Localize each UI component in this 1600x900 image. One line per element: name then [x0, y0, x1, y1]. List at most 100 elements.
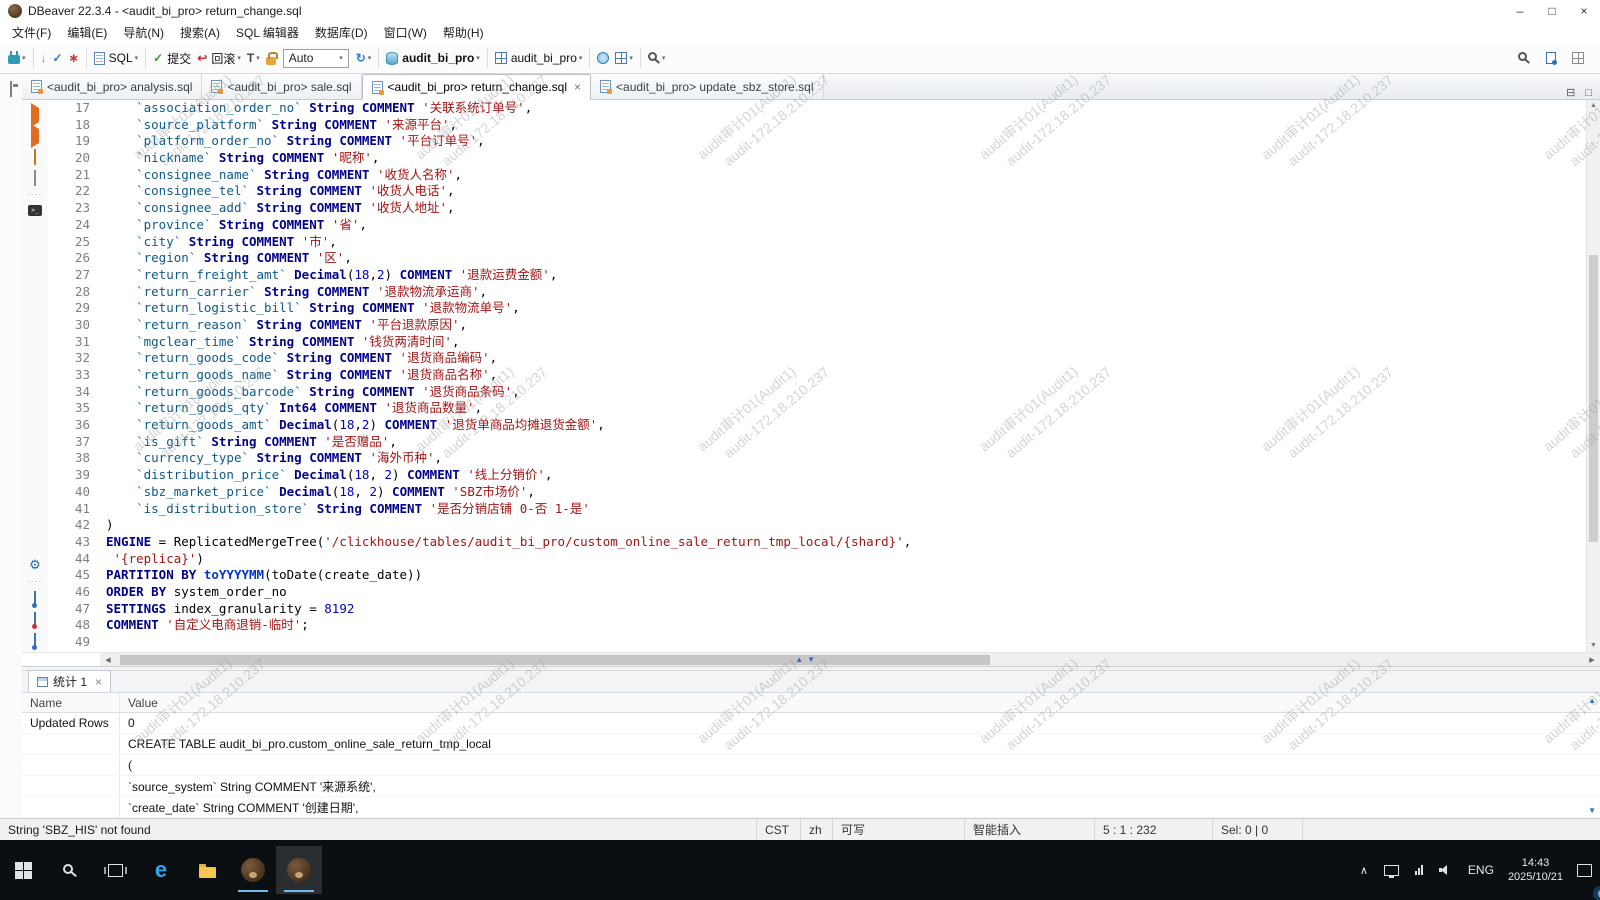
- scroll-up-icon[interactable]: ▲: [1587, 100, 1600, 112]
- menu-item[interactable]: 窗口(W): [376, 24, 435, 41]
- editor-tab[interactable]: <audit_bi_pro> return_change.sql×: [362, 74, 591, 100]
- display-tray-button[interactable]: [1376, 846, 1407, 894]
- history-icon: ↻: [356, 51, 366, 65]
- check-button[interactable]: ✓: [50, 46, 66, 70]
- code-line: `nickname` String COMMENT '昵称',: [106, 150, 1586, 167]
- toolbar-separator: [640, 48, 641, 68]
- table-row[interactable]: `source_system` String COMMENT '来源系统',: [22, 776, 1600, 797]
- stats-tab-label: 统计 1: [53, 673, 87, 690]
- sql-editor-button[interactable]: SQL▾: [91, 46, 142, 70]
- log-button[interactable]: [34, 592, 36, 606]
- editor-tab[interactable]: <audit_bi_pro> analysis.sql: [22, 74, 202, 99]
- taskbar-search-button[interactable]: [46, 846, 92, 894]
- commit-button[interactable]: ✓提交: [150, 46, 194, 70]
- table-row[interactable]: `create_date` String COMMENT '创建日期',: [22, 797, 1600, 818]
- scroll-left-icon[interactable]: ◀: [100, 656, 116, 664]
- minimize-editor-icon[interactable]: ⊟: [1566, 86, 1575, 99]
- database-selector[interactable]: audit_bi_pro▾: [383, 46, 483, 70]
- editor-settings-button[interactable]: ⚙: [29, 558, 41, 572]
- editor-tab[interactable]: <audit_bi_pro> sale.sql: [202, 74, 361, 99]
- menu-item[interactable]: 文件(F): [4, 24, 59, 41]
- quick-search-button[interactable]: [1515, 46, 1533, 70]
- stats-grid-icon: [37, 677, 48, 687]
- minimize-button[interactable]: –: [1504, 0, 1536, 22]
- language-indicator[interactable]: ENG: [1460, 846, 1502, 894]
- grid-view-button[interactable]: ▾: [612, 46, 636, 70]
- history-button[interactable]: ↻▾: [353, 46, 375, 70]
- start-button[interactable]: [0, 846, 46, 894]
- table-row[interactable]: CREATE TABLE audit_bi_pro.custom_online_…: [22, 734, 1600, 755]
- perspective-button[interactable]: [1569, 46, 1587, 70]
- restore-view-button[interactable]: [10, 82, 12, 96]
- file-explorer-button[interactable]: [184, 846, 230, 894]
- dbeaver-taskbar-button[interactable]: [230, 846, 276, 894]
- fetch-button[interactable]: ↓: [38, 46, 50, 70]
- mark-button[interactable]: ∗: [66, 46, 82, 70]
- sash-down-icon[interactable]: ▼: [807, 653, 815, 666]
- schema-selector[interactable]: audit_bi_pro▾: [492, 46, 586, 70]
- editor-tab[interactable]: <audit_bi_pro> update_sbz_store.sql: [591, 74, 823, 99]
- volume-tray-button[interactable]: [1431, 846, 1460, 894]
- network-button[interactable]: [594, 46, 612, 70]
- network-tray-button[interactable]: [1407, 846, 1431, 894]
- error-log-button[interactable]: [34, 613, 36, 627]
- column-header-name[interactable]: Name: [22, 693, 120, 712]
- sash-up-icon[interactable]: ▲: [795, 653, 803, 666]
- scroll-right-icon[interactable]: ▶: [1584, 656, 1600, 664]
- tray-expand-button[interactable]: ∧: [1352, 846, 1376, 894]
- maximize-editor-icon[interactable]: □: [1585, 87, 1592, 99]
- status-cells: CSTzh可写智能插入5 : 1 : 232Sel: 0 | 0: [756, 819, 1302, 840]
- tab-close-icon[interactable]: ×: [574, 80, 581, 94]
- taskbar-clock[interactable]: 14:432025/10/21: [1502, 856, 1569, 884]
- table-row[interactable]: (: [22, 755, 1600, 776]
- code-line: ): [106, 517, 1586, 534]
- vscroll-thumb[interactable]: [1589, 255, 1598, 542]
- stats-tab[interactable]: 统计 1 ×: [28, 670, 111, 692]
- dbeaver-taskbar-button-active[interactable]: [276, 846, 322, 894]
- notification-icon: [1577, 864, 1592, 877]
- task-view-button[interactable]: [92, 846, 138, 894]
- execute-statement-button[interactable]: [31, 108, 39, 122]
- menu-item[interactable]: 帮助(H): [435, 24, 492, 41]
- lock-button[interactable]: [263, 46, 279, 70]
- line-number: 17: [48, 100, 90, 117]
- code-line: `consignee_name` String COMMENT '收货人名称',: [106, 167, 1586, 184]
- scroll-down-icon[interactable]: ▼: [1587, 640, 1600, 652]
- sql-console-button[interactable]: >_: [28, 205, 42, 216]
- column-header-value[interactable]: Value: [120, 693, 1600, 712]
- hscroll-thumb[interactable]: [120, 655, 990, 665]
- menu-item[interactable]: 搜索(A): [172, 24, 228, 41]
- line-number: 33: [48, 367, 90, 384]
- output-button[interactable]: [34, 634, 36, 648]
- edge-button[interactable]: e: [138, 846, 184, 894]
- menu-item[interactable]: 编辑(E): [59, 24, 115, 41]
- open-editor-button[interactable]: [1543, 46, 1559, 70]
- menu-item[interactable]: 数据库(D): [307, 24, 376, 41]
- connection-button[interactable]: ▾: [5, 46, 29, 70]
- sash-controls[interactable]: ▲▼: [795, 653, 815, 666]
- explain-plan-button[interactable]: [34, 171, 36, 185]
- table-row[interactable]: Updated Rows0: [22, 713, 1600, 734]
- search-button[interactable]: ▾: [645, 46, 669, 70]
- editor-hscrollbar[interactable]: ◀ ▶ ▲▼: [22, 652, 1600, 666]
- panel-scroll-down-icon[interactable]: ▼: [1588, 806, 1596, 815]
- maximize-button[interactable]: □: [1536, 0, 1568, 22]
- code-line: `consignee_add` String COMMENT '收货人地址',: [106, 200, 1586, 217]
- panel-scroll-up-icon[interactable]: ▲: [1588, 696, 1596, 705]
- execute-script-button[interactable]: [31, 129, 39, 143]
- commit-mode-select[interactable]: Auto▾: [283, 49, 349, 68]
- line-number: 38: [48, 450, 90, 467]
- toolbar-separator: [86, 48, 87, 68]
- editor-vscrollbar[interactable]: ▲ ▼: [1586, 100, 1600, 652]
- close-button[interactable]: ×: [1568, 0, 1600, 22]
- menu-item[interactable]: SQL 编辑器: [228, 24, 307, 41]
- transaction-mode-button[interactable]: T▾: [244, 46, 263, 70]
- code-area[interactable]: `association_order_no` String COMMENT '关…: [100, 100, 1586, 652]
- rollback-button[interactable]: ↩回滚▾: [194, 46, 244, 70]
- clock-date: 2025/10/21: [1508, 870, 1563, 884]
- action-center-button[interactable]: 6: [1569, 846, 1600, 894]
- editor-tab-label: <audit_bi_pro> analysis.sql: [47, 80, 192, 94]
- execute-new-tab-button[interactable]: [34, 150, 36, 164]
- menu-item[interactable]: 导航(N): [115, 24, 172, 41]
- tab-close-icon[interactable]: ×: [95, 675, 102, 689]
